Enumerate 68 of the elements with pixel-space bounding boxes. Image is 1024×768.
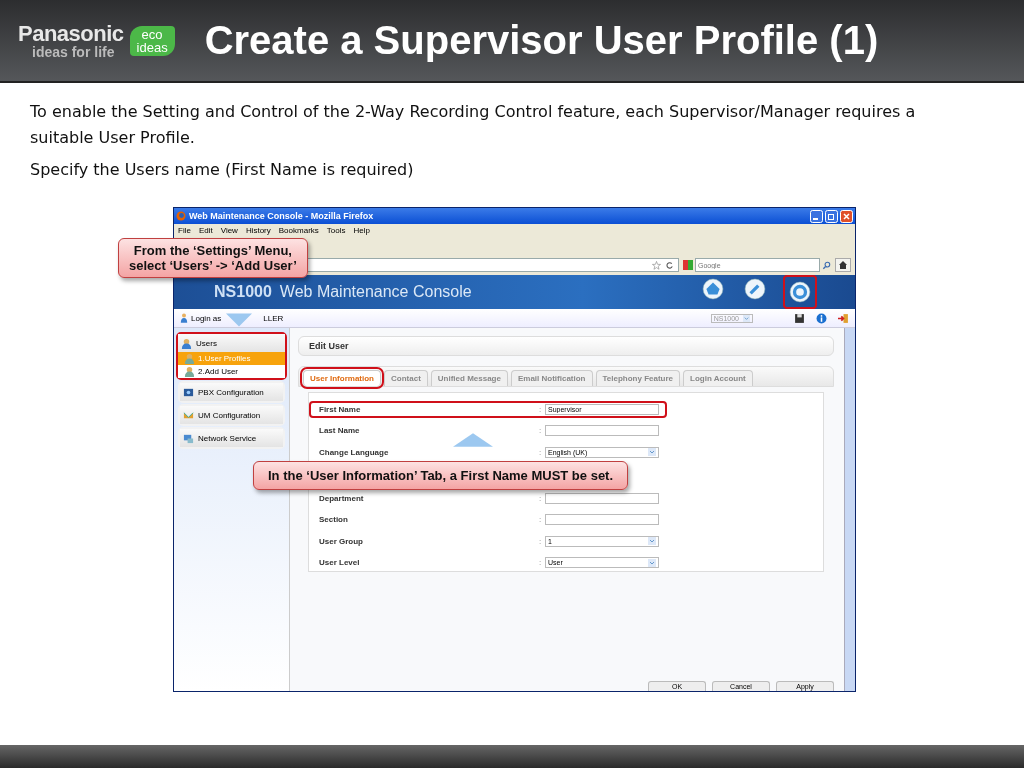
field-label: Department [319, 493, 365, 503]
product-name: NS1000 [214, 283, 272, 301]
callout-tooltip: From the ‘Settings’ Menu, select ‘Users’ -> ‘Add User’ [118, 238, 308, 278]
panel-title: Edit User [298, 336, 834, 356]
body-text: Specify the Users name (First Name is required) [30, 159, 415, 181]
minimize-button[interactable] [810, 209, 823, 223]
home-button[interactable] [835, 258, 851, 272]
nav-item[interactable]: Network Service [180, 429, 283, 447]
scrollbar[interactable] [844, 328, 855, 691]
eco-badge: eco ideas [129, 25, 175, 56]
reload-icon[interactable] [665, 260, 674, 270]
dropdown-arrow-icon[interactable] [648, 537, 656, 546]
field-label: Last Name [319, 426, 361, 436]
input-field[interactable] [545, 514, 659, 526]
input-field[interactable] [545, 492, 659, 504]
nav-item[interactable]: UM Configuration [180, 406, 283, 424]
body-text: To enable the Setting and Control of the 2-Way Recording Control feature, each Supervisor/Manager requires a suitable User Profile. [30, 101, 917, 149]
user-icon [180, 313, 188, 323]
network-icon [183, 432, 194, 444]
arrow-icon [453, 433, 493, 447]
separator: : [539, 536, 543, 546]
callout-tooltip: In the ‘User Information’ Tab, a First Name MUST be set. [253, 461, 629, 490]
field-label: First Name [319, 404, 362, 414]
user-icon [184, 353, 195, 364]
tab[interactable]: User Information [303, 370, 381, 386]
menu-item[interactable]: Help [353, 226, 370, 235]
menu-item[interactable]: View [220, 226, 238, 235]
nav-item[interactable]: PBX Configuration [180, 383, 283, 401]
menu-item[interactable]: Edit [198, 226, 213, 235]
brand-name: Panasonic [18, 22, 124, 45]
field-label: User Group [319, 536, 364, 546]
user-icon [184, 366, 195, 377]
input-field[interactable] [545, 425, 659, 437]
field-label: User Level [319, 558, 361, 568]
login-user: LLER [263, 313, 284, 323]
dropdown-arrow-icon[interactable] [648, 448, 656, 457]
search-icon[interactable] [822, 260, 831, 270]
nav-subitem[interactable]: 2.Add User [178, 365, 285, 378]
envelope-icon [183, 409, 194, 421]
logout-icon[interactable] [838, 312, 849, 324]
field-label: Section [319, 515, 349, 525]
console-name: Web Maintenance Console [279, 283, 473, 301]
star-icon[interactable] [652, 260, 661, 270]
separator: : [539, 404, 543, 414]
separator: : [539, 493, 543, 503]
server-icon [183, 386, 194, 398]
users-icon [181, 337, 192, 349]
close-button[interactable] [840, 209, 853, 223]
menu-item[interactable]: Tools [326, 226, 346, 235]
separator: : [539, 447, 543, 457]
login-label: Login as [191, 313, 222, 323]
window-title: Web Maintenance Console - Mozilla Firefox [189, 211, 375, 221]
restore-button[interactable] [825, 209, 838, 223]
slide-title: Create a Supervisor User Profile (1) [204, 18, 879, 63]
field-label: Change Language [319, 447, 390, 457]
save-icon[interactable] [794, 312, 805, 324]
menu-item[interactable]: History [245, 226, 271, 235]
arrow-icon [226, 312, 252, 328]
info-icon[interactable] [816, 312, 827, 324]
nav-item[interactable]: Users [178, 334, 285, 352]
menu-item[interactable]: File [178, 226, 191, 235]
tagline: ideas for life [31, 44, 116, 59]
dropdown-arrow-icon[interactable] [648, 558, 656, 567]
browser-icon [176, 211, 186, 221]
separator: : [539, 558, 543, 568]
menu-item[interactable]: Bookmarks [278, 226, 319, 235]
separator: : [539, 426, 543, 436]
separator: : [539, 515, 543, 525]
